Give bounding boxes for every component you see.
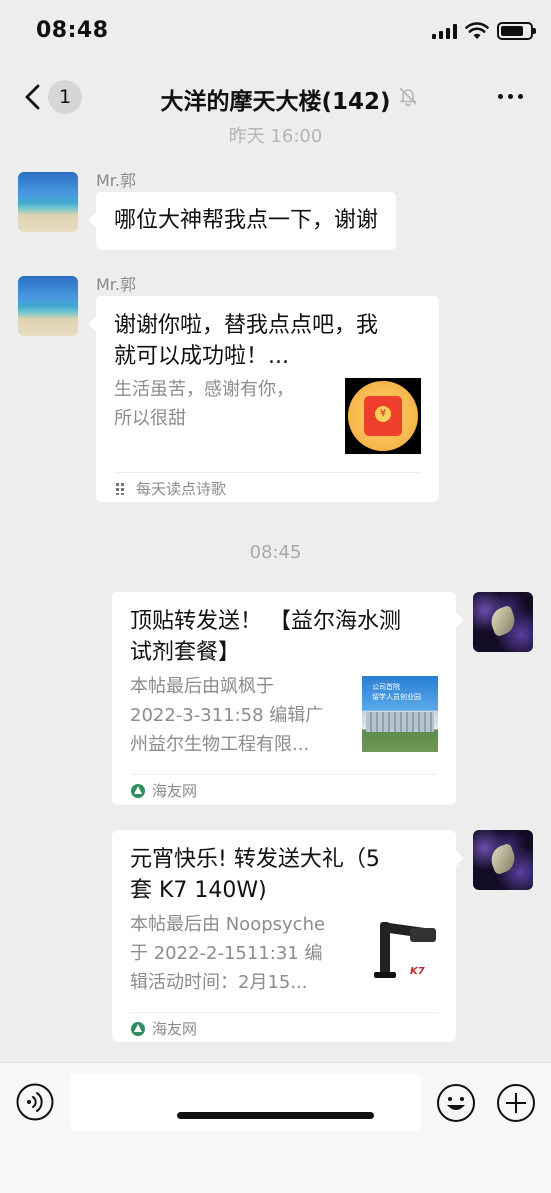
source-logo-icon [131,783,145,798]
card-title: 顶贴转发送！ 【益尔海水测 试剂套餐】 [130,609,401,665]
status-icons [432,22,536,40]
battery-icon [497,22,536,40]
card-description: 本帖最后由 Noopsyche 于 2022-2-1511:31 编 辑活动时间… [130,914,326,993]
home-indicator[interactable] [177,1112,374,1119]
emoji-icon[interactable] [436,1083,476,1123]
source-logo-icon [116,482,124,495]
message-input[interactable] [70,1073,422,1131]
card-source: 每天读点诗歌 [114,478,226,499]
input-bar [0,1062,551,1193]
avatar[interactable] [18,172,78,232]
more-icon[interactable] [498,94,523,99]
voice-icon[interactable] [16,1083,54,1121]
lamp-thumbnail: K7 [368,914,444,990]
avatar[interactable] [473,830,533,890]
status-time: 08:48 [36,18,109,43]
avatar[interactable] [473,592,533,652]
source-logo-icon [131,1021,145,1036]
plus-icon[interactable] [496,1083,536,1123]
red-packet-thumbnail: ¥ [345,378,421,454]
sender-name: Mr.郭 [96,171,137,190]
building-thumbnail: 公司首院 留学人员创业园 [362,676,438,752]
link-card[interactable]: 元宵快乐! 转发送大礼（5 套 K7 140W) 本帖最后由 Noopsyche… [112,830,464,1042]
card-source: 海友网 [130,1018,197,1039]
card-divider [114,472,421,473]
sender-name: Mr.郭 [96,275,137,294]
wifi-icon [465,22,489,39]
link-card[interactable]: 谢谢你啦，替我点点吧，我 就可以成功啦！... 生活虽苦，感谢有你， 所以很甜 … [88,296,439,502]
time-separator: 08:45 [249,542,302,563]
chat-title[interactable]: 大洋的摩天大楼(142) [0,82,551,116]
message-text: 哪位大神帮我点一下，谢谢 [114,208,379,233]
cellular-signal-icon [432,23,457,39]
message-bubble[interactable]: 哪位大神帮我点一下，谢谢 [87,192,397,250]
time-separator: 昨天 16:00 [228,126,323,147]
card-description: 生活虽苦，感谢有你， 所以很甜 [114,379,294,429]
card-source: 海友网 [130,780,197,801]
link-card[interactable]: 顶贴转发送！ 【益尔海水测 试剂套餐】 本帖最后由飒枫于 2022-3-311:… [112,592,464,805]
card-title: 元宵快乐! 转发送大礼（5 套 K7 140W) [130,847,380,903]
avatar[interactable] [18,276,78,336]
bell-mute-icon [399,87,417,107]
card-description: 本帖最后由飒枫于 2022-3-311:58 编辑广 州益尔生物工程有限... [130,676,324,755]
card-divider [130,1012,438,1013]
chat-header: 1 大洋的摩天大楼(142) [0,66,551,128]
card-title: 谢谢你啦，替我点点吧，我 就可以成功啦！... [114,313,379,369]
card-divider [130,774,438,775]
status-bar: 08:48 [0,0,551,66]
